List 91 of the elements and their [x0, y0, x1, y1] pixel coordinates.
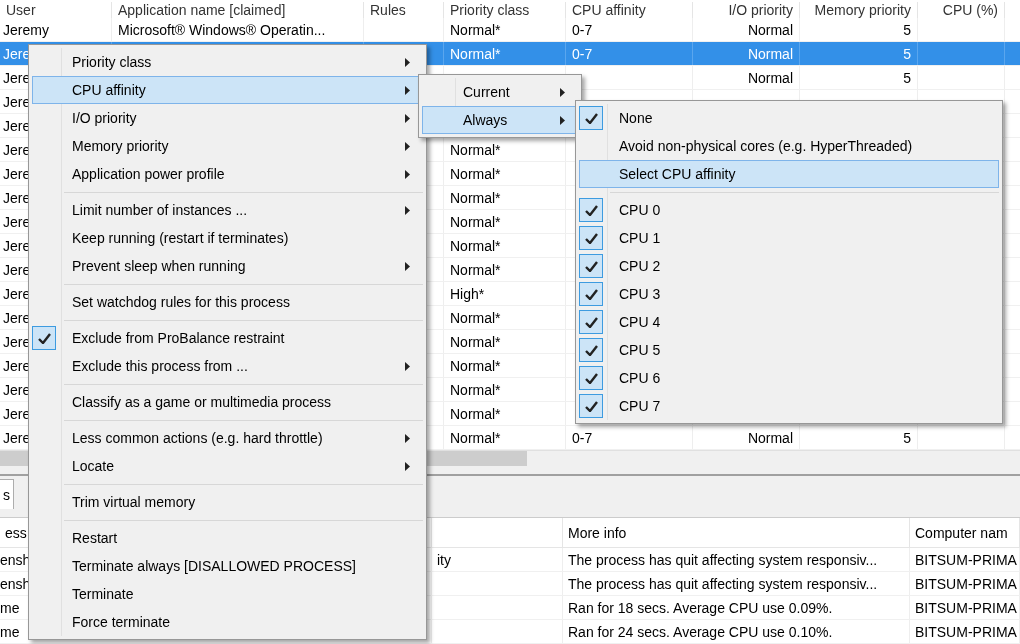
menu-item[interactable]: Classify as a game or multimedia process	[32, 388, 423, 416]
menu-item[interactable]: CPU 2	[579, 252, 999, 280]
menu-item[interactable]: Select CPU affinity	[579, 160, 999, 188]
table-cell: Normal	[747, 429, 793, 446]
menu-item[interactable]: Exclude from ProBalance restraint	[32, 324, 423, 352]
menu-item[interactable]: Exclude this process from ...	[32, 352, 423, 380]
table-cell: Normal	[747, 45, 793, 62]
table-cell: Normal*	[450, 165, 501, 182]
menu-item[interactable]: Current	[422, 78, 578, 106]
check-icon	[584, 288, 598, 300]
check-icon	[584, 260, 598, 272]
table-cell: Jeremy	[3, 21, 49, 38]
column-header[interactable]: I/O priority	[693, 2, 800, 18]
table-cell: Normal*	[450, 309, 501, 326]
table-cell: Microsoft® Windows® Operatin...	[118, 21, 326, 38]
column-header[interactable]: Rules	[364, 2, 444, 18]
tab[interactable]: s	[0, 479, 14, 509]
menu-item[interactable]: CPU 7	[579, 392, 999, 420]
table-cell: 0-7	[572, 429, 593, 446]
check-icon	[584, 372, 598, 384]
table-cell: High*	[450, 285, 485, 302]
menu-item[interactable]: Prevent sleep when running	[32, 252, 423, 280]
menu-item[interactable]: Set watchdog rules for this process	[32, 288, 423, 316]
menu-item[interactable]: CPU 5	[579, 336, 999, 364]
menu-item[interactable]: Force terminate	[32, 608, 423, 636]
table-cell: Normal*	[450, 261, 501, 278]
check-icon	[584, 232, 598, 244]
menu-item[interactable]: Trim virtual memory	[32, 488, 423, 516]
menu-item[interactable]: CPU 1	[579, 224, 999, 252]
table-cell: The process has quit affecting system responsiv...	[568, 551, 878, 568]
check-icon	[584, 316, 598, 328]
menu-item[interactable]: Locate	[32, 452, 423, 480]
table-cell: Ran for 18 secs. Average CPU use 0.09%.	[568, 599, 833, 616]
table-cell: Normal*	[450, 141, 501, 158]
column-header[interactable]: ess	[5, 524, 27, 541]
menu-item[interactable]: Avoid non-physical cores (e.g. HyperThreaded)	[579, 132, 999, 160]
menu-item[interactable]: Always	[422, 106, 578, 134]
menu-item[interactable]: Memory priority	[32, 132, 423, 160]
table-cell: Normal*	[450, 45, 501, 62]
table-cell: 5	[903, 21, 911, 38]
table-cell: BITSUM-PRIMA	[915, 599, 1017, 616]
menu-item[interactable]: Less common actions (e.g. hard throttle)	[32, 424, 423, 452]
menu-item[interactable]: Keep running (restart if terminates)	[32, 224, 423, 252]
menu-item[interactable]: Application power profile	[32, 160, 423, 188]
check-icon	[584, 400, 598, 412]
column-header[interactable]: CPU (%)	[918, 2, 1005, 18]
column-header[interactable]: Priority class	[444, 2, 566, 18]
table-cell: me	[0, 599, 20, 616]
table-cell: 5	[903, 45, 911, 62]
table-cell: 0-7	[572, 21, 593, 38]
table-cell: Normal*	[450, 189, 501, 206]
table-cell: me	[0, 623, 20, 640]
table-cell: Normal*	[450, 213, 501, 230]
table-cell: Normal	[747, 69, 793, 86]
table-cell: Normal*	[450, 381, 501, 398]
column-header[interactable]: Application name [claimed]	[112, 2, 364, 18]
column-header[interactable]: Memory priority	[800, 2, 918, 18]
column-header[interactable]: Computer nam	[915, 524, 1008, 541]
column-header[interactable]: More info	[568, 524, 627, 541]
table-cell: 5	[903, 429, 911, 446]
menu-item[interactable]: CPU 3	[579, 280, 999, 308]
menu-item[interactable]: Restart	[32, 524, 423, 552]
table-cell: Normal*	[450, 237, 501, 254]
check-icon	[584, 344, 598, 356]
table-cell: Normal*	[450, 429, 501, 446]
table-cell: Normal*	[450, 357, 501, 374]
column-header[interactable]: User	[0, 2, 112, 18]
table-cell: Normal*	[450, 21, 501, 38]
table-cell: 0-7	[572, 45, 593, 62]
table-cell: BITSUM-PRIMA	[915, 623, 1017, 640]
check-icon	[37, 332, 51, 344]
table-cell: 5	[903, 69, 911, 86]
check-icon	[584, 204, 598, 216]
check-icon	[584, 112, 598, 124]
menu-item[interactable]: None	[579, 104, 999, 132]
menu-item[interactable]: CPU 6	[579, 364, 999, 392]
table-cell: ity	[437, 551, 451, 568]
table-cell: Normal*	[450, 405, 501, 422]
table-cell: Normal	[747, 21, 793, 38]
menu-item[interactable]: Terminate	[32, 580, 423, 608]
table-cell: Normal*	[450, 333, 501, 350]
table-cell: The process has quit affecting system responsiv...	[568, 575, 878, 592]
table-cell: Ran for 24 secs. Average CPU use 0.10%.	[568, 623, 833, 640]
menu-item[interactable]: Limit number of instances ...	[32, 196, 423, 224]
table-cell: BITSUM-PRIMA	[915, 575, 1017, 592]
table-cell: BITSUM-PRIMA	[915, 551, 1017, 568]
menu-item[interactable]: CPU 0	[579, 196, 999, 224]
menu-item[interactable]: I/O priority	[32, 104, 423, 132]
column-header[interactable]: CPU affinity	[566, 2, 693, 18]
menu-item[interactable]: Terminate always [DISALLOWED PROCESS]	[32, 552, 423, 580]
menu-item[interactable]: CPU 4	[579, 308, 999, 336]
